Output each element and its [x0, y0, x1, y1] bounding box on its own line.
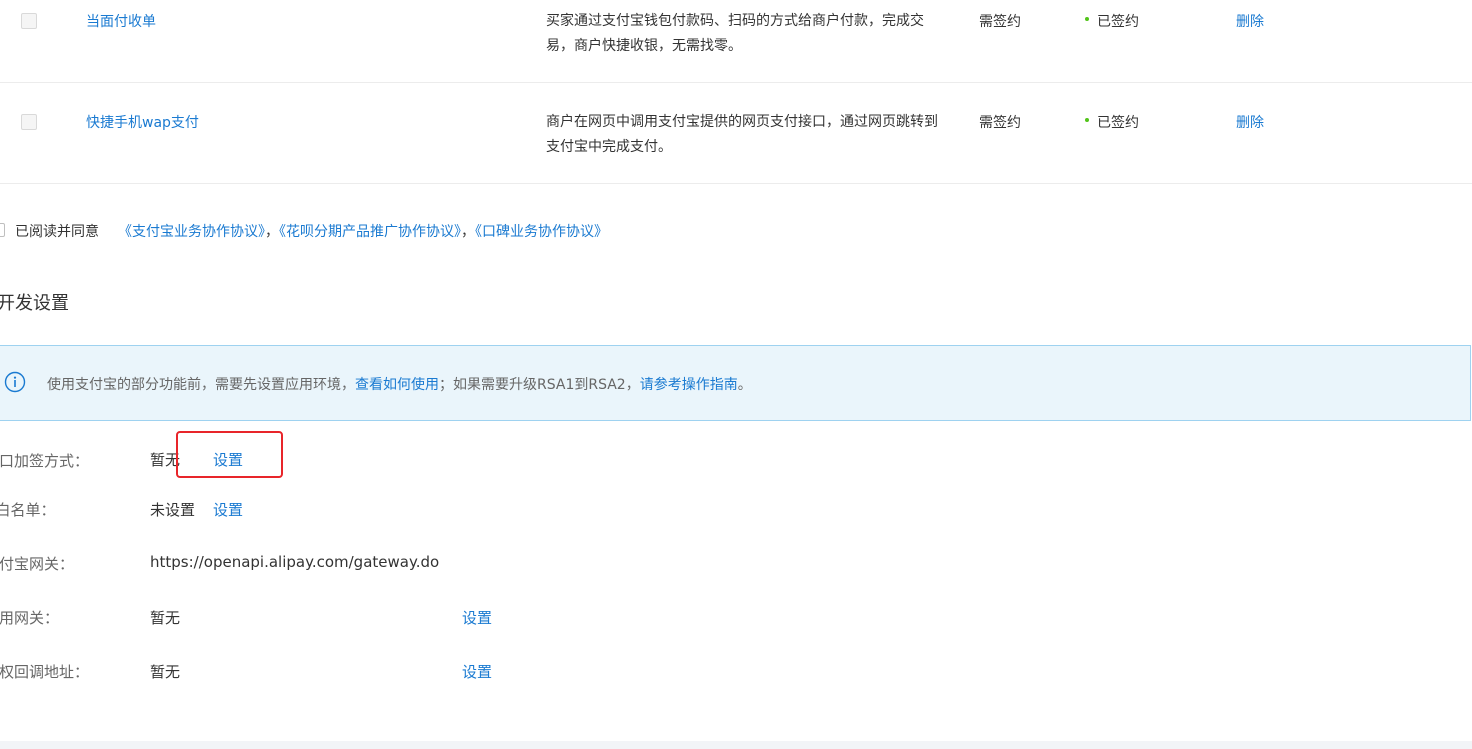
auth-callback-label: 授权回调地址：: [0, 663, 90, 681]
row-checkbox[interactable]: [21, 114, 37, 130]
sign-method-label: 接口加签方式：: [0, 452, 90, 470]
product-name-link[interactable]: 快捷手机wap支付: [86, 112, 199, 132]
agreement-checkbox[interactable]: [0, 223, 5, 237]
section-title: 开发设置: [0, 293, 69, 314]
banner-text-1: 使用支付宝的部分功能前，需要先设置应用环境，: [47, 377, 355, 393]
status-dot-icon: [1085, 17, 1089, 21]
agreement-separator: ，: [265, 224, 279, 240]
banner-text-3: 。: [737, 377, 752, 393]
info-banner: 使用支付宝的部分功能前，需要先设置应用环境，查看如何使用；如果需要升级RSA1到…: [0, 345, 1471, 421]
banner-text-2: ；如果需要升级RSA1到RSA2，: [439, 377, 640, 393]
product-name-link[interactable]: 当面付收单: [86, 11, 156, 31]
delete-link[interactable]: 删除: [1236, 11, 1264, 31]
status-dot-icon: [1085, 118, 1089, 122]
highlight-box: [176, 431, 283, 478]
page-bottom-divider: [0, 741, 1472, 749]
app-gateway-value: 暂无: [150, 609, 181, 627]
auth-callback-set-link[interactable]: 设置: [462, 661, 492, 682]
product-description: 商户在网页中调用支付宝提供的网页支付接口，通过网页跳转到支付宝中完成支付。: [546, 114, 938, 155]
product-description: 买家通过支付宝钱包付款码、扫码的方式给商户付款，完成交易，商户快捷收银，无需找零…: [546, 13, 924, 54]
row-checkbox[interactable]: [21, 13, 37, 29]
app-gateway-label: 应用网关：: [0, 609, 60, 627]
ip-whitelist-label: IP白名单：: [0, 501, 56, 519]
ip-whitelist-set-link[interactable]: 设置: [213, 499, 243, 520]
agreement-links: 《支付宝业务协作协议》，《花呗分期产品推广协作协议》，《口碑业务协作协议》: [118, 221, 608, 241]
agreement-link-huabei[interactable]: 《花呗分期产品推广协作协议》: [279, 224, 461, 240]
agreement-label: 已阅读并同意: [15, 224, 99, 240]
sign-requirement: 需签约: [979, 115, 1021, 131]
how-to-use-link[interactable]: 查看如何使用: [355, 377, 439, 393]
ip-whitelist-value: 未设置: [150, 501, 196, 519]
status-badge: 已签约: [1097, 14, 1139, 30]
agreement-separator: ，: [461, 224, 475, 240]
guide-link[interactable]: 请参考操作指南: [640, 377, 738, 393]
agreement-link-koubei[interactable]: 《口碑业务协作协议》: [475, 224, 608, 240]
table-row: 当面付收单 买家通过支付宝钱包付款码、扫码的方式给商户付款，完成交易，商户快捷收…: [0, 0, 1472, 83]
delete-link[interactable]: 删除: [1236, 112, 1264, 132]
status-badge: 已签约: [1097, 115, 1139, 131]
sign-requirement: 需签约: [979, 14, 1021, 30]
app-gateway-set-link[interactable]: 设置: [462, 607, 492, 628]
alipay-gateway-label: 支付宝网关：: [0, 555, 75, 573]
auth-callback-value: 暂无: [150, 663, 181, 681]
banner-text: 使用支付宝的部分功能前，需要先设置应用环境，查看如何使用；如果需要升级RSA1到…: [47, 374, 752, 394]
alipay-gateway-value: https://openapi.alipay.com/gateway.do: [150, 553, 440, 571]
agreement-link-alipay[interactable]: 《支付宝业务协作协议》: [118, 224, 265, 240]
table-row: 快捷手机wap支付 商户在网页中调用支付宝提供的网页支付接口，通过网页跳转到支付…: [0, 83, 1472, 184]
info-circle-icon: [4, 371, 26, 393]
